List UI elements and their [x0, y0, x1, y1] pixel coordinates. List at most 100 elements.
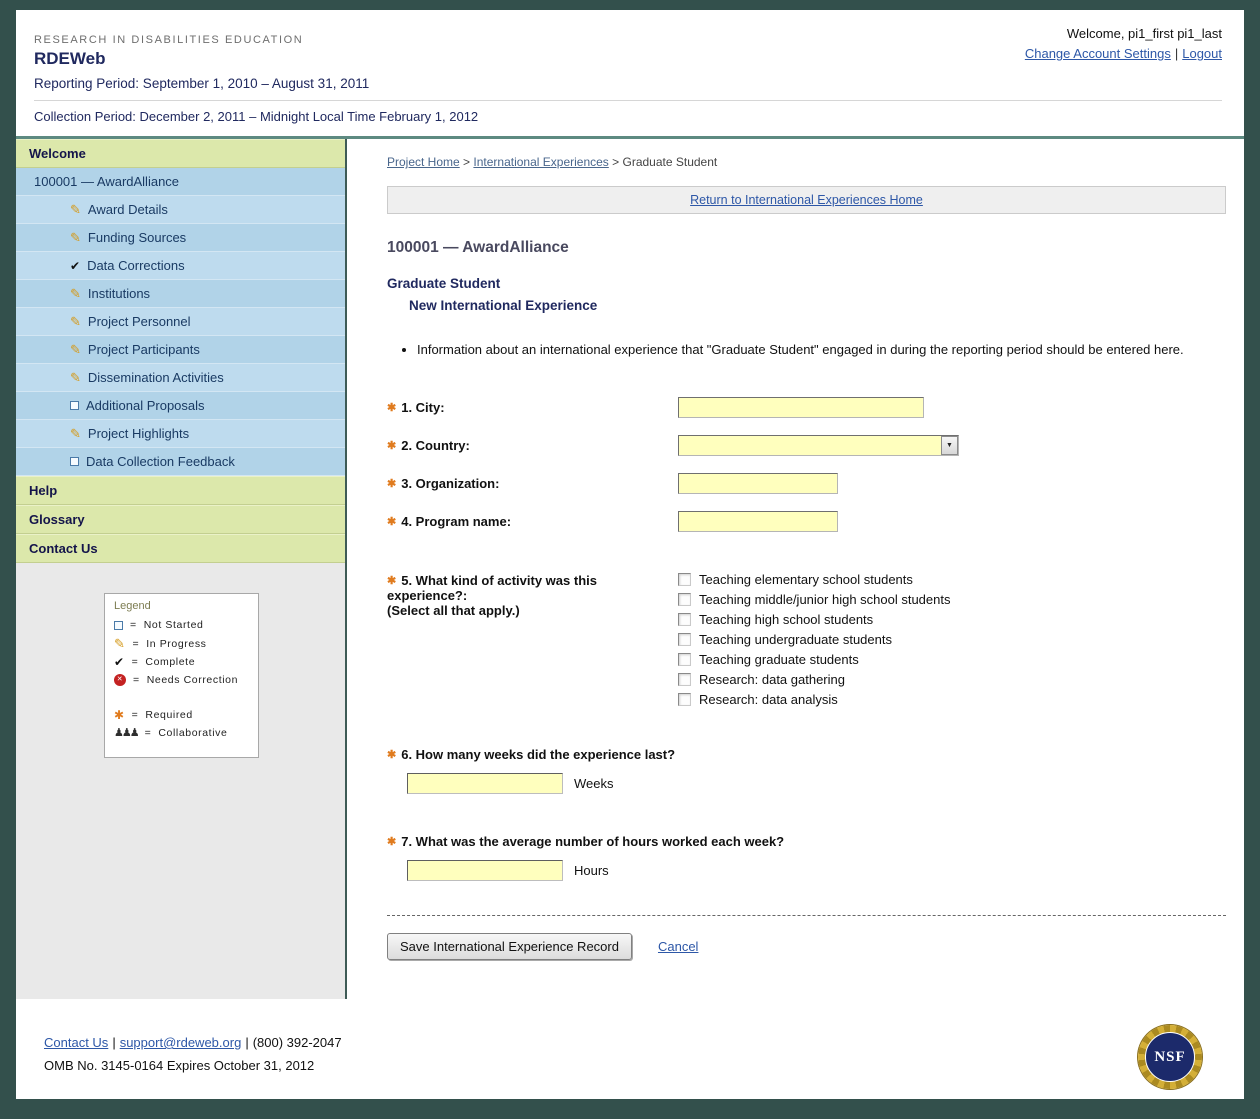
sidebar-item-label: Data Corrections: [87, 258, 185, 273]
required-icon: ✱: [387, 575, 396, 587]
checkbox-label: Teaching graduate students: [699, 652, 859, 667]
sidebar-item-institutions[interactable]: ✎Institutions: [16, 280, 345, 308]
collection-period: Collection Period: December 2, 2011 – Mi…: [34, 100, 1222, 136]
footer-separator: |: [112, 1035, 115, 1050]
sidebar-item-project-participants[interactable]: ✎ Project Participants: [16, 336, 345, 364]
activity-option-teaching-middle-junior-high-school-students[interactable]: Teaching middle/junior high school stude…: [678, 592, 951, 607]
activity-option-research-data-gathering[interactable]: Research: data gathering: [678, 672, 951, 687]
sidebar-item-funding-sources[interactable]: ✎Funding Sources: [16, 224, 345, 252]
checkbox[interactable]: [678, 633, 691, 646]
sidebar-header-help[interactable]: Help: [16, 476, 345, 505]
hours-unit-label: Hours: [574, 863, 609, 878]
country-select[interactable]: ▼: [678, 435, 959, 456]
legend-box: Legend =Not Started✎=In Progress✔=Comple…: [104, 593, 259, 758]
sidebar-item-additional-proposals[interactable]: Additional Proposals: [16, 392, 345, 420]
activity-option-teaching-graduate-students[interactable]: Teaching graduate students: [678, 652, 951, 667]
footer-contact-us-link[interactable]: Contact Us: [44, 1035, 108, 1050]
weeks-question-label: ✱6. How many weeks did the experience la…: [387, 747, 1226, 762]
checkbox[interactable]: [678, 693, 691, 706]
page: RESEARCH IN DISABILITIES EDUCATION RDEWe…: [16, 10, 1244, 1099]
pencil-icon: ✎: [70, 343, 81, 356]
checkbox[interactable]: [678, 673, 691, 686]
city-input[interactable]: [678, 397, 924, 418]
activity-option-teaching-elementary-school-students[interactable]: Teaching elementary school students: [678, 572, 951, 587]
activity-option-teaching-undergraduate-students[interactable]: Teaching undergraduate students: [678, 632, 951, 647]
info-bullet: Information about an international exper…: [417, 342, 1217, 357]
legend-title: Legend: [114, 600, 249, 612]
checkbox[interactable]: [678, 573, 691, 586]
legend-label: Not Started: [144, 619, 204, 631]
sidebar-item-label: Award Details: [88, 202, 168, 217]
footer-email-link[interactable]: support@rdeweb.org: [120, 1035, 242, 1050]
checkbox[interactable]: [678, 593, 691, 606]
sidebar-item-project-personnel[interactable]: ✎ Project Personnel: [16, 308, 345, 336]
legend-equals: =: [133, 674, 140, 686]
sidebar-header-contact-us[interactable]: Contact Us: [16, 534, 345, 563]
checkbox-label: Research: data gathering: [699, 672, 845, 687]
main: Project Home > International Experiences…: [347, 139, 1244, 1021]
organization-input[interactable]: [678, 473, 838, 494]
sidebar-item-dissemination-activities[interactable]: ✎ Dissemination Activities: [16, 364, 345, 392]
checkbox[interactable]: [678, 613, 691, 626]
chevron-down-icon[interactable]: ▼: [941, 436, 958, 455]
change-account-settings-link[interactable]: Change Account Settings: [1025, 46, 1171, 61]
legend-equals: =: [145, 727, 152, 739]
legend-items: =Not Started✎=In Progress✔=Complete✕=Nee…: [114, 619, 249, 739]
city-label: ✱1. City:: [387, 397, 678, 415]
check-icon: ✔: [114, 656, 125, 668]
sidebar-item-label: Data Collection Feedback: [86, 454, 235, 469]
breadcrumb-separator: >: [609, 155, 623, 169]
sidebar-item-data-corrections[interactable]: ✔ Data Corrections: [16, 252, 345, 280]
organization-row: ✱3. Organization:: [387, 473, 1226, 494]
pencil-icon: ✎: [70, 371, 81, 384]
checkbox-icon: [70, 401, 79, 410]
hours-input[interactable]: [407, 860, 563, 881]
legend-label: Complete: [145, 656, 195, 668]
sidebar-item-project-highlights[interactable]: ✎Project Highlights: [16, 420, 345, 448]
form-separator: [387, 915, 1226, 916]
nsf-logo: NSF: [1138, 1025, 1202, 1089]
sidebar-item-label: Project Personnel: [88, 314, 191, 329]
weeks-input[interactable]: [407, 773, 563, 794]
legend-item: =Not Started: [114, 619, 249, 631]
legend-label: Required: [145, 709, 192, 721]
breadcrumb-item-international-experiences[interactable]: International Experiences: [473, 155, 608, 169]
legend-equals: =: [133, 638, 140, 650]
experience-form: ✱1. City: ✱2. Country: ▼: [387, 397, 1226, 960]
sidebar-header-glossary[interactable]: Glossary: [16, 505, 345, 534]
welcome-text: Welcome, pi1_first pi1_last: [1025, 26, 1222, 41]
cancel-link[interactable]: Cancel: [658, 939, 698, 954]
footer-separator: |: [245, 1035, 248, 1050]
header: RESEARCH IN DISABILITIES EDUCATION RDEWe…: [16, 10, 1244, 136]
activity-option-teaching-high-school-students[interactable]: Teaching high school students: [678, 612, 951, 627]
legend-equals: =: [132, 656, 139, 668]
legend-item: ✔ = Complete: [114, 656, 249, 668]
sidebar-item-100001-awardalliance[interactable]: 100001 — AwardAlliance: [16, 168, 345, 196]
sidebar-item-data-collection-feedback[interactable]: Data Collection Feedback: [16, 448, 345, 476]
return-to-international-experiences-link[interactable]: Return to International Experiences Home: [690, 193, 923, 207]
pencil-icon: ✎: [70, 315, 81, 328]
sidebar-item-label: Additional Proposals: [86, 398, 205, 413]
sidebar-item-label: Project Participants: [88, 342, 200, 357]
checkbox[interactable]: [678, 653, 691, 666]
logout-link[interactable]: Logout: [1182, 46, 1222, 61]
button-row: Save International Experience Record Can…: [387, 933, 1226, 960]
sidebar-item-label: 100001 — AwardAlliance: [34, 174, 179, 189]
program-name-input[interactable]: [678, 511, 838, 532]
save-international-experience-button[interactable]: Save International Experience Record: [387, 933, 632, 960]
error-icon: ✕: [114, 674, 126, 686]
nsf-logo-text: NSF: [1145, 1032, 1195, 1082]
sidebar-header-welcome[interactable]: Welcome: [16, 139, 345, 168]
required-icon: ✱: [114, 709, 125, 721]
check-icon: ✔: [70, 260, 80, 272]
people-icon: ♟♟♟: [114, 728, 138, 739]
reporting-period: Reporting Period: September 1, 2010 – Au…: [34, 76, 1222, 91]
sidebar-item-label: Dissemination Activities: [88, 370, 224, 385]
checkbox-label: Teaching middle/junior high school stude…: [699, 592, 951, 607]
activity-option-research-data-analysis[interactable]: Research: data analysis: [678, 692, 951, 707]
sidebar-item-award-details[interactable]: ✎Award Details: [16, 196, 345, 224]
checkbox-label: Teaching high school students: [699, 612, 873, 627]
form-title: New International Experience: [409, 298, 1226, 313]
breadcrumb-item-project-home[interactable]: Project Home: [387, 155, 460, 169]
breadcrumb-item-graduate-student: Graduate Student: [623, 155, 718, 169]
